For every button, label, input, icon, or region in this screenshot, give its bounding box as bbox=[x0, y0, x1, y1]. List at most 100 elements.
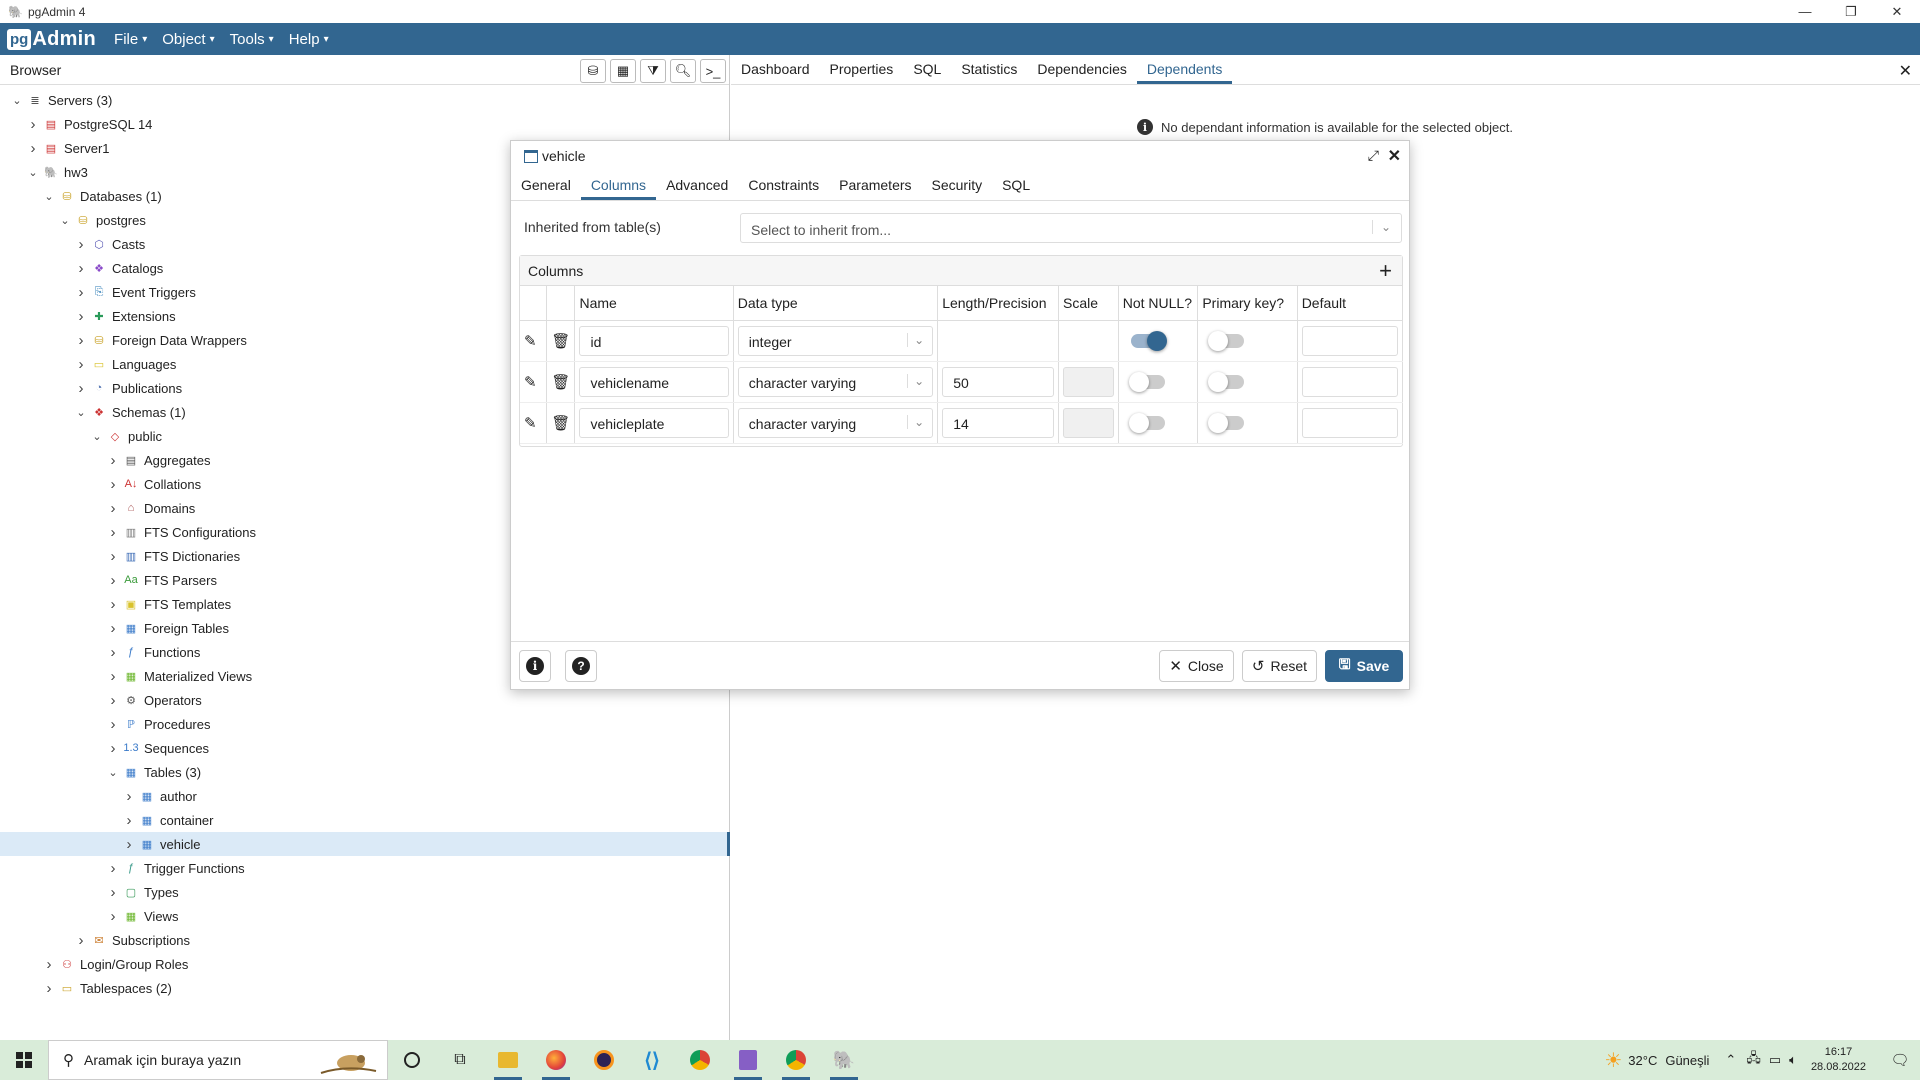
inherit-select[interactable]: Select to inherit from... ⌄ bbox=[740, 213, 1402, 243]
reset-button[interactable]: ↺ Reset bbox=[1242, 650, 1317, 682]
search-objects-icon[interactable]: 🔍︎ bbox=[670, 59, 696, 83]
tree-node[interactable]: › ▦ container bbox=[0, 808, 729, 832]
chevron-right-icon[interactable]: › bbox=[106, 476, 120, 493]
query-tool-icon[interactable]: ⛁ bbox=[580, 59, 606, 83]
default-input[interactable] bbox=[1301, 407, 1398, 438]
edit-pencil-icon[interactable]: ✎ bbox=[524, 415, 537, 432]
visual-studio-icon[interactable] bbox=[724, 1040, 772, 1080]
tab-dashboard[interactable]: Dashboard bbox=[731, 61, 820, 84]
chevron-right-icon[interactable]: › bbox=[106, 620, 120, 637]
chevron-down-icon[interactable]: ⌄ bbox=[90, 430, 104, 443]
close-window-button[interactable]: ✕ bbox=[1874, 0, 1920, 23]
chevron-down-icon[interactable]: ⌄ bbox=[74, 406, 88, 419]
display-icon[interactable]: ▭ bbox=[1769, 1052, 1781, 1068]
tree-node[interactable]: › ▦ Views bbox=[0, 904, 729, 928]
chevron-right-icon[interactable]: › bbox=[122, 788, 136, 805]
chevron-right-icon[interactable]: › bbox=[106, 692, 120, 709]
chevron-right-icon[interactable]: › bbox=[106, 668, 120, 685]
dialog-tab-columns[interactable]: Columns bbox=[580, 177, 657, 200]
chevron-right-icon[interactable]: › bbox=[74, 356, 88, 373]
primary-key-toggle[interactable] bbox=[1208, 412, 1245, 433]
volume-icon[interactable]: 🔈︎ bbox=[1789, 1052, 1797, 1068]
maximize-button[interactable]: ❐ bbox=[1828, 0, 1874, 23]
file-explorer-icon[interactable] bbox=[484, 1040, 532, 1080]
tree-node[interactable]: ⌄ ▦ Tables (3) bbox=[0, 760, 729, 784]
delete-trash-icon[interactable]: 🗑︎ bbox=[551, 374, 570, 391]
chevron-right-icon[interactable]: › bbox=[106, 548, 120, 565]
cortana-icon[interactable] bbox=[388, 1040, 436, 1080]
chevron-right-icon[interactable]: › bbox=[106, 740, 120, 757]
psql-tool-icon[interactable]: >_ bbox=[700, 59, 726, 83]
chevron-right-icon[interactable]: › bbox=[26, 140, 40, 157]
column-name-input[interactable]: vehiclename bbox=[579, 366, 729, 397]
tab-dependents[interactable]: Dependents bbox=[1136, 61, 1233, 84]
tab-properties[interactable]: Properties bbox=[820, 61, 904, 84]
minimize-button[interactable]: — bbox=[1782, 0, 1828, 23]
primary-key-toggle[interactable] bbox=[1208, 330, 1245, 351]
expand-icon[interactable]: ⤢ bbox=[1368, 147, 1379, 164]
show-hidden-icons-icon[interactable]: ⌃ bbox=[1725, 1052, 1736, 1068]
chevron-right-icon[interactable]: › bbox=[106, 644, 120, 661]
tree-node[interactable]: › ⚙ Operators bbox=[0, 688, 729, 712]
notification-center-icon[interactable]: 🗨︎ bbox=[1880, 1051, 1920, 1069]
windows-start-button[interactable] bbox=[0, 1040, 48, 1080]
firefox-icon[interactable] bbox=[532, 1040, 580, 1080]
tree-node[interactable]: › ℙ Procedures bbox=[0, 712, 729, 736]
dialog-tab-general[interactable]: General bbox=[511, 177, 581, 200]
dialog-tab-parameters[interactable]: Parameters bbox=[829, 177, 921, 200]
chevron-right-icon[interactable]: › bbox=[122, 812, 136, 829]
dialog-tab-advanced[interactable]: Advanced bbox=[656, 177, 738, 200]
default-input[interactable] bbox=[1301, 366, 1398, 397]
chevron-right-icon[interactable]: › bbox=[106, 908, 120, 925]
tree-node[interactable]: › ⚇ Login/Group Roles bbox=[0, 952, 729, 976]
chevron-right-icon[interactable]: › bbox=[26, 116, 40, 133]
chrome-icon[interactable] bbox=[676, 1040, 724, 1080]
weather-sun-icon[interactable]: ☀ bbox=[1604, 1048, 1622, 1073]
column-name-input[interactable]: vehicleplate bbox=[579, 407, 729, 438]
length-input[interactable]: 50 bbox=[942, 366, 1055, 397]
menu-tools[interactable]: Tools ▾ bbox=[230, 31, 274, 48]
taskbar-search[interactable]: ⚲ Aramak için buraya yazın bbox=[48, 1040, 388, 1080]
menu-help[interactable]: Help ▾ bbox=[289, 31, 329, 48]
chevron-right-icon[interactable]: › bbox=[74, 308, 88, 325]
dialog-tab-sql[interactable]: SQL bbox=[992, 177, 1040, 200]
task-view-icon[interactable]: ⧉ bbox=[436, 1040, 484, 1080]
dialog-tab-security[interactable]: Security bbox=[922, 177, 993, 200]
chevron-right-icon[interactable]: › bbox=[74, 284, 88, 301]
tree-node[interactable]: › ✉ Subscriptions bbox=[0, 928, 729, 952]
chevron-down-icon[interactable]: ⌄ bbox=[10, 94, 24, 107]
not-null-toggle[interactable] bbox=[1128, 371, 1165, 392]
tree-node[interactable]: › ƒ Trigger Functions bbox=[0, 856, 729, 880]
tree-node[interactable]: › 1.3 Sequences bbox=[0, 736, 729, 760]
chevron-right-icon[interactable]: › bbox=[42, 980, 56, 997]
chevron-right-icon[interactable]: › bbox=[106, 860, 120, 877]
eclipse-icon[interactable] bbox=[580, 1040, 628, 1080]
datatype-select[interactable]: character varying ⌄ bbox=[737, 407, 934, 438]
tree-node[interactable]: › ▢ Types bbox=[0, 880, 729, 904]
chevron-right-icon[interactable]: › bbox=[106, 452, 120, 469]
default-input[interactable] bbox=[1301, 325, 1398, 356]
length-input[interactable]: 14 bbox=[942, 407, 1055, 438]
edit-pencil-icon[interactable]: ✎ bbox=[524, 374, 537, 391]
menu-object[interactable]: Object ▾ bbox=[162, 31, 214, 48]
view-data-icon[interactable]: ▦ bbox=[610, 59, 636, 83]
column-name-input[interactable]: id bbox=[579, 325, 729, 356]
tree-node[interactable]: › ▦ vehicle bbox=[0, 832, 730, 856]
chevron-right-icon[interactable]: › bbox=[74, 260, 88, 277]
datatype-select[interactable]: character varying ⌄ bbox=[737, 366, 934, 397]
primary-key-toggle[interactable] bbox=[1208, 371, 1245, 392]
chevron-down-icon[interactable]: ⌄ bbox=[26, 166, 40, 179]
tab-dependencies[interactable]: Dependencies bbox=[1027, 61, 1137, 84]
chevron-down-icon[interactable]: ⌄ bbox=[58, 214, 72, 227]
delete-trash-icon[interactable]: 🗑︎ bbox=[551, 333, 570, 350]
chevron-right-icon[interactable]: › bbox=[106, 884, 120, 901]
tree-node[interactable]: › ▤ PostgreSQL 14 bbox=[0, 112, 729, 136]
save-button[interactable]: 🖫 Save bbox=[1325, 650, 1403, 682]
menu-file[interactable]: File ▾ bbox=[114, 31, 147, 48]
pgadmin-icon[interactable]: 🐘 bbox=[820, 1040, 868, 1080]
close-panel-icon[interactable]: ✕ bbox=[1899, 61, 1912, 81]
tab-statistics[interactable]: Statistics bbox=[951, 61, 1027, 84]
chevron-down-icon[interactable]: ⌄ bbox=[42, 190, 56, 203]
taskbar-clock[interactable]: 16:17 28.08.2022 bbox=[1811, 1045, 1866, 1075]
vscode-icon[interactable]: ⟨⟩ bbox=[628, 1040, 676, 1080]
